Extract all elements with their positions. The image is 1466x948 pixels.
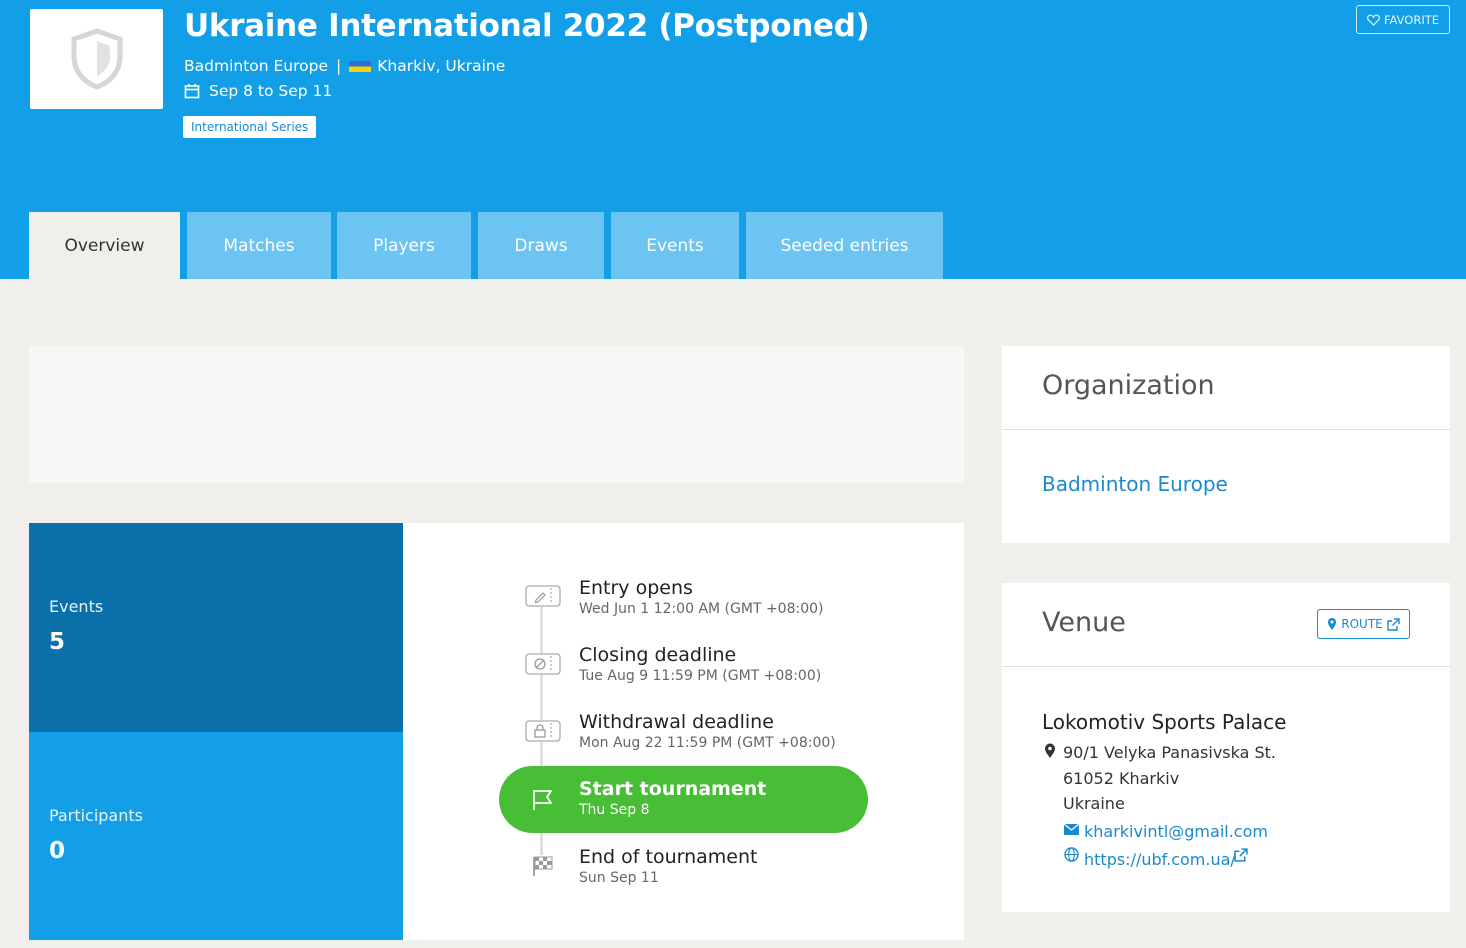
external-link-icon: [1387, 617, 1400, 631]
organizer-link[interactable]: Badminton Europe: [184, 57, 328, 75]
map-pin-icon: [1328, 618, 1337, 630]
timeline-title: Withdrawal deadline: [579, 711, 774, 733]
venue-heading: Venue: [1042, 607, 1126, 638]
organization-card: Organization Badminton Europe: [1002, 346, 1450, 543]
ukraine-flag-icon: [349, 60, 372, 72]
tab-players[interactable]: Players: [337, 212, 471, 279]
globe-icon: [1064, 847, 1079, 862]
location-text: Kharkiv, Ukraine: [377, 57, 506, 75]
map-marker-icon: [1045, 743, 1055, 758]
venue-email-link[interactable]: kharkivintl@gmail.com: [1084, 822, 1268, 841]
separator: |: [336, 57, 342, 75]
address-line-2: 61052 Kharkiv: [1063, 769, 1180, 788]
organizer-line: Badminton Europe | Kharkiv, Ukraine: [184, 57, 505, 75]
ticket-lock-icon: [525, 720, 561, 742]
tab-matches[interactable]: Matches: [187, 212, 331, 279]
route-button[interactable]: ROUTE: [1317, 609, 1410, 639]
checkered-flag-icon: [525, 855, 561, 877]
tournament-logo: [30, 9, 163, 109]
flag-icon: [533, 790, 552, 810]
ticket-blocked-icon: [525, 653, 561, 675]
category-badge: International Series: [183, 116, 317, 138]
address-line-3: Ukraine: [1063, 794, 1125, 813]
events-stat[interactable]: Events 5: [29, 523, 403, 732]
participants-count: 0: [49, 838, 66, 864]
tab-draws[interactable]: Draws: [478, 212, 604, 279]
timeline-date: Wed Jun 1 12:00 AM (GMT +08:00): [579, 601, 824, 617]
placeholder-card: [29, 346, 964, 483]
tournament-header: Ukraine International 2022 (Postponed) B…: [0, 0, 1466, 279]
events-label: Events: [49, 597, 104, 616]
venue-name: Lokomotiv Sports Palace: [1042, 710, 1287, 734]
ticket-edit-icon: [525, 585, 561, 607]
tournament-timeline: Entry opens Wed Jun 1 12:00 AM (GMT +08:…: [403, 523, 964, 940]
venue-website-link[interactable]: https://ubf.com.ua/: [1084, 850, 1236, 869]
tab-events[interactable]: Events: [611, 212, 739, 279]
organization-heading: Organization: [1042, 370, 1215, 401]
favorite-label: FAVORITE: [1383, 12, 1440, 27]
tab-seeded-entries[interactable]: Seeded entries: [746, 212, 943, 279]
timeline-title: Start tournament: [579, 778, 767, 800]
date-line: Sep 8 to Sep 11: [184, 82, 332, 100]
page-title: Ukraine International 2022 (Postponed): [184, 8, 870, 44]
calendar-icon: [184, 84, 200, 99]
timeline-title: Closing deadline: [579, 644, 737, 666]
tournament-dates: Sep 8 to Sep 11: [209, 82, 333, 100]
timeline-date: Thu Sep 8: [579, 802, 650, 818]
favorite-button[interactable]: FAVORITE: [1356, 5, 1450, 34]
external-link-icon[interactable]: [1234, 848, 1248, 862]
timeline-date: Mon Aug 22 11:59 PM (GMT +08:00): [579, 735, 836, 751]
route-label: ROUTE: [1341, 617, 1383, 631]
heart-icon: [1367, 14, 1380, 26]
timeline-date: Sun Sep 11: [579, 870, 659, 886]
timeline-title: Entry opens: [579, 577, 693, 599]
timeline-title: End of tournament: [579, 846, 758, 868]
timeline-date: Tue Aug 9 11:59 PM (GMT +08:00): [579, 668, 822, 684]
organization-link[interactable]: Badminton Europe: [1042, 472, 1228, 496]
participants-label: Participants: [49, 806, 143, 825]
tab-overview[interactable]: Overview: [29, 212, 180, 279]
address-line-1: 90/1 Velyka Panasivska St.: [1063, 743, 1277, 762]
divider: [1002, 666, 1450, 667]
shield-icon: [71, 28, 122, 90]
envelope-icon: [1064, 824, 1079, 835]
venue-card: Venue ROUTE Lokomotiv Sports Palace 90/1…: [1002, 583, 1450, 912]
participants-stat[interactable]: Participants 0: [29, 732, 403, 940]
divider: [1002, 429, 1450, 430]
events-count: 5: [49, 629, 66, 655]
timeline-item-start-tournament: Start tournament Thu Sep 8: [499, 766, 868, 833]
